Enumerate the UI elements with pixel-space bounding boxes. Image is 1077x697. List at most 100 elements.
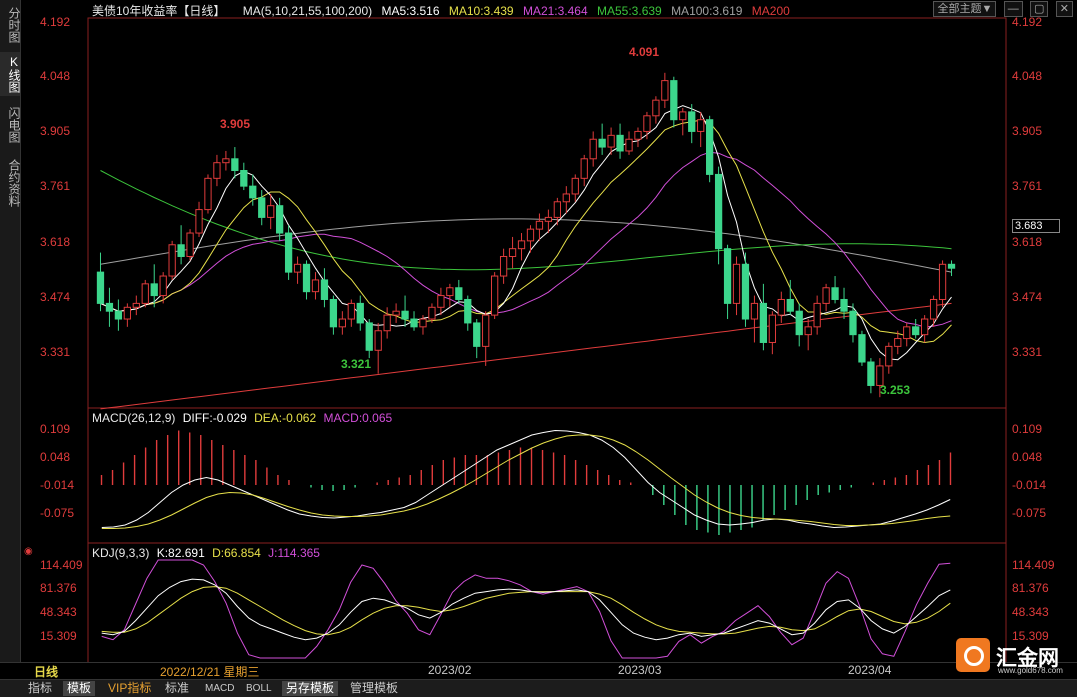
- candle-body: [795, 310, 803, 336]
- candle-body: [849, 310, 857, 336]
- candle-body: [437, 295, 445, 308]
- y-tick-right: 4.192: [1012, 15, 1043, 29]
- candle-body: [947, 263, 956, 269]
- candle-body: [347, 302, 355, 320]
- candle-body: [482, 314, 490, 347]
- candle-body: [284, 232, 293, 273]
- candle-body: [473, 322, 481, 347]
- candle-body: [320, 279, 329, 300]
- kdj-d: D:66.854: [212, 546, 261, 560]
- candle-body: [419, 318, 427, 328]
- candle-body: [903, 326, 911, 340]
- period-indicator[interactable]: 日线: [34, 663, 58, 680]
- ma5-value: MA5:3.516: [381, 4, 440, 18]
- month-label: 2023/03: [618, 663, 662, 677]
- tab-save-template[interactable]: 另存模板: [282, 681, 339, 696]
- candle-body: [96, 271, 105, 304]
- candle-body: [822, 287, 830, 304]
- candle-body: [302, 263, 311, 293]
- candle-body: [222, 158, 230, 164]
- tab-macd[interactable]: MACD: [201, 681, 238, 696]
- candle-body: [491, 275, 499, 316]
- candle-body: [634, 130, 642, 140]
- y-tick-right: 3.761: [1012, 179, 1043, 193]
- candle-body: [499, 255, 508, 277]
- instrument-title: 美债10年收益率: [92, 4, 178, 18]
- candle-body: [231, 158, 239, 172]
- candle-body: [607, 134, 615, 148]
- macd-tick-left: -0.075: [40, 506, 75, 520]
- candle-body: [813, 302, 821, 328]
- main-panel-border: [87, 17, 1007, 409]
- candle-body: [392, 310, 400, 316]
- tab-indicator[interactable]: 指标: [24, 681, 56, 696]
- kdj-tick-right: 81.376: [1012, 581, 1049, 595]
- macd-diff: DIFF:-0.029: [182, 411, 247, 425]
- kdj-j: J:114.365: [268, 546, 320, 560]
- kdj-legend: KDJ(9,3,3) K:82.691 D:66.854 J:114.365: [92, 546, 320, 560]
- candle-body: [759, 302, 768, 343]
- candle-body: [929, 298, 938, 320]
- macd-tick-right: -0.014: [1012, 478, 1047, 492]
- candle-body: [383, 314, 391, 332]
- kdj-tick-left: 81.376: [40, 581, 77, 595]
- watermark-logo: 汇金网 www.gold678.com: [956, 638, 1074, 678]
- candle-body: [894, 338, 902, 347]
- cursor-date: 2022/12/21 星期三: [160, 665, 260, 679]
- candle-body: [258, 197, 266, 218]
- candle-body: [714, 173, 723, 250]
- y-tick-left: 3.331: [40, 345, 71, 359]
- theme-dropdown[interactable]: 全部主题▼: [933, 1, 997, 17]
- kdj-settings-icon[interactable]: ◉: [24, 546, 33, 557]
- close-icon[interactable]: ✕: [1055, 1, 1073, 17]
- candle-body: [921, 318, 929, 336]
- candle-body: [616, 134, 624, 152]
- macd-tick-right: 0.048: [1012, 450, 1043, 464]
- kdj-tick-right: 114.409: [1012, 558, 1055, 572]
- y-tick-right: 3.474: [1012, 290, 1043, 304]
- candle-body: [365, 322, 373, 351]
- candle-body: [661, 80, 669, 101]
- candle-body: [293, 263, 302, 273]
- candle-body: [831, 287, 839, 300]
- candle-body: [768, 314, 776, 343]
- candle-body: [643, 115, 651, 132]
- y-tick-left: 4.192: [40, 15, 71, 29]
- candle-body: [204, 177, 212, 211]
- logo-url: www.gold678.com: [998, 666, 1063, 675]
- chart-canvas[interactable]: [0, 0, 1077, 662]
- tab-standard[interactable]: 标准: [161, 681, 193, 696]
- low-annotation: 3.253: [880, 383, 911, 397]
- candle-body: [804, 326, 812, 336]
- ma200-value: MA200: [751, 4, 790, 18]
- candle-body: [786, 298, 794, 312]
- macd-dea-line: [101, 434, 951, 529]
- kdj-tick-left: 114.409: [40, 558, 83, 572]
- candle-body: [105, 302, 114, 312]
- high-annotation: 4.091: [629, 45, 660, 59]
- kdj-j-line: [101, 559, 951, 659]
- macd-tick-right: -0.075: [1012, 506, 1047, 520]
- tab-vip-indicator[interactable]: VIP指标: [104, 681, 155, 696]
- candle-body: [858, 334, 866, 363]
- candle-body: [697, 119, 705, 132]
- y-tick-left: 3.618: [40, 235, 71, 249]
- top-right-controls: 全部主题▼ — ▢ ✕: [929, 1, 1073, 17]
- chart-window: 分时图 K线图 闪电图 合约资料 美债10年收益率【日线】 MA(5,10,21…: [0, 0, 1077, 697]
- y-tick-right: 3.331: [1012, 345, 1043, 359]
- high-annotation: 3.905: [220, 117, 251, 131]
- tab-manage-template[interactable]: 管理模板: [346, 681, 402, 696]
- candle-body: [267, 205, 275, 218]
- period-label: 【日线】: [177, 4, 226, 18]
- kdj-tick-right: 48.343: [1012, 605, 1049, 619]
- current-price-label: 3.683: [1012, 219, 1060, 233]
- tab-template[interactable]: 模板: [63, 681, 96, 696]
- candle-body: [912, 326, 920, 336]
- candle-body: [544, 216, 553, 222]
- candle-body: [356, 302, 364, 324]
- ma55-value: MA55:3.639: [597, 4, 662, 18]
- candle-body: [553, 201, 561, 218]
- ma200-line: [100, 302, 952, 410]
- candle-body: [670, 80, 678, 121]
- tab-boll[interactable]: BOLL: [242, 681, 276, 696]
